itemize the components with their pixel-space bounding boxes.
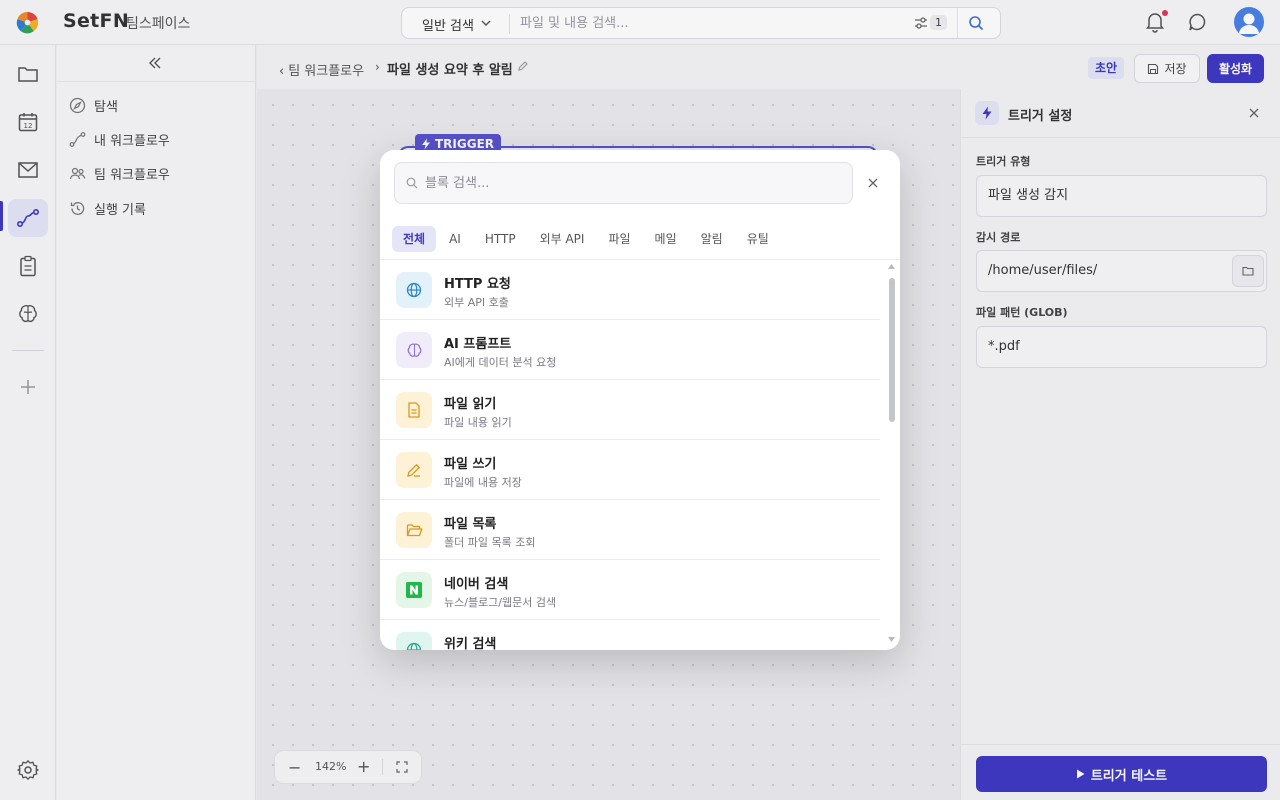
block-list-item[interactable]: AI 프롬프트 AI에게 데이터 분석 요청 xyxy=(380,320,880,380)
tab-category[interactable]: AI xyxy=(438,226,472,252)
block-description: 외부 API 호출 xyxy=(444,296,509,309)
naver-icon xyxy=(396,572,432,608)
block-description: 폴더 파일 목록 조회 xyxy=(444,536,536,549)
file-icon xyxy=(396,392,432,428)
block-list-item[interactable]: HTTP 요청외부 API 호출 xyxy=(380,260,880,320)
tab-category[interactable]: 파일 xyxy=(597,226,641,252)
brain-icon xyxy=(396,332,432,368)
close-icon[interactable] xyxy=(867,177,879,189)
block-search-input[interactable] xyxy=(425,171,825,195)
tab-category[interactable]: 전체 xyxy=(392,226,437,252)
block-name: 파일 목록 xyxy=(444,517,497,532)
block-description: AI에게 데이터 분석 요청 xyxy=(444,356,557,369)
globe-icon xyxy=(396,272,432,308)
block-list-item[interactable]: 네이버 검색뉴스/블로그/웹문서 검색 xyxy=(380,560,880,620)
block-name: 네이버 검색 xyxy=(444,577,509,592)
block-search-box xyxy=(394,162,853,204)
block-name: AI 프롬프트 xyxy=(444,337,512,352)
block-list-item[interactable]: 파일 목록폴더 파일 목록 조회 xyxy=(380,500,880,560)
search-icon xyxy=(406,177,418,189)
scroll-up-icon[interactable] xyxy=(887,263,896,270)
tab-category[interactable]: 유틸 xyxy=(736,226,780,252)
folder-open-icon xyxy=(396,512,432,548)
tab-category[interactable]: 메일 xyxy=(644,226,688,252)
pencil-icon xyxy=(396,452,432,488)
block-list: HTTP 요청외부 API 호출 AI 프롬프트 AI에게 데이터 분석 요청파일 … xyxy=(380,260,886,650)
block-list-item[interactable]: 파일 쓰기파일에 내용 저장 xyxy=(380,440,880,500)
block-name: 위키 검색 xyxy=(444,637,497,650)
block-name: HTTP 요청 xyxy=(444,277,511,292)
tab-category[interactable]: 알림 xyxy=(690,226,734,252)
block-list-item[interactable]: 위키 검색 xyxy=(380,620,880,650)
block-description: 파일 내용 읽기 xyxy=(444,416,512,429)
block-list-item[interactable]: 파일 읽기파일 내용 읽기 xyxy=(380,380,880,440)
tab-category[interactable]: 외부 API xyxy=(529,226,596,252)
scrollbar-thumb[interactable] xyxy=(889,278,895,422)
block-picker-modal: 전체AIHTTP외부 API파일메일알림유틸 HTTP 요청외부 API 호출A… xyxy=(380,150,900,650)
scroll-down-icon[interactable] xyxy=(887,636,896,643)
category-tabs: 전체 AI HTTP 외부 API 파일 메일 알림 유틸 xyxy=(392,226,780,252)
block-description: 뉴스/블로그/웹문서 검색 xyxy=(444,596,557,609)
globe-icon xyxy=(396,632,432,650)
tab-category[interactable]: HTTP xyxy=(474,226,527,252)
block-name: 파일 읽기 xyxy=(444,397,497,412)
block-name: 파일 쓰기 xyxy=(444,457,497,472)
block-description: 파일에 내용 저장 xyxy=(444,476,522,489)
